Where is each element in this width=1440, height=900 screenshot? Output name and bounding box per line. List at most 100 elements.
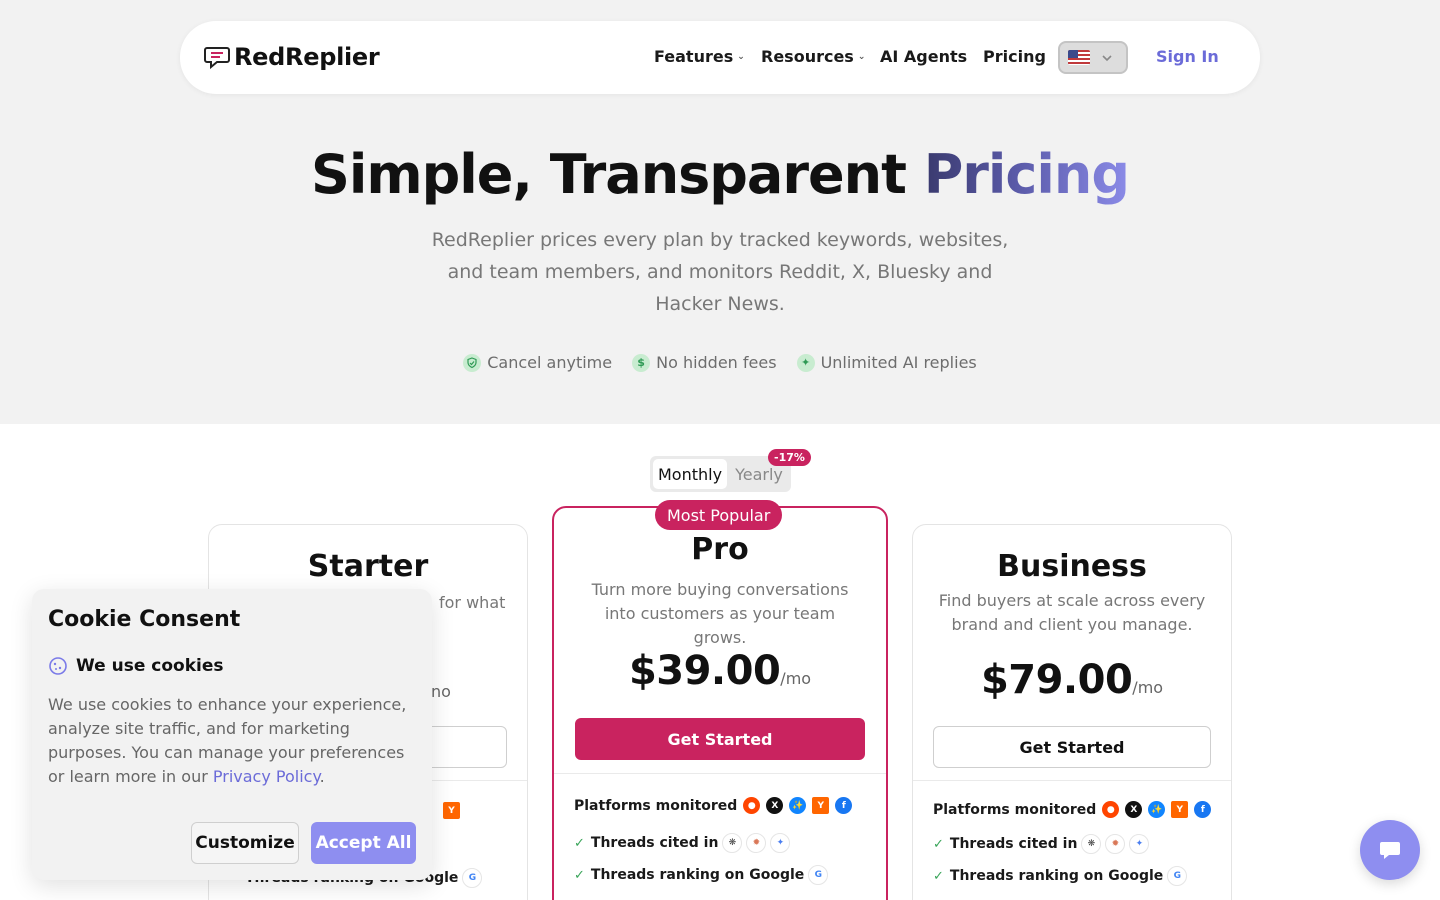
cookie-body-end: .	[319, 767, 325, 786]
facebook-icon: f	[1194, 801, 1212, 818]
divider	[554, 773, 886, 774]
gemini-icon: ✦	[1129, 834, 1150, 854]
price-per-fragment: no	[431, 682, 451, 701]
google-icon: G	[1167, 866, 1188, 886]
plan-card-pro: Most Popular Pro Turn more buying conver…	[552, 500, 888, 900]
bluesky-icon: ✨	[789, 797, 807, 814]
price-amount: $39.00	[628, 648, 781, 694]
bluesky-icon: ✨	[1148, 801, 1166, 818]
cookie-consent-dialog: Cookie Consent We use cookies We use coo…	[32, 589, 432, 880]
hacker-news-icon: Y	[1171, 801, 1189, 818]
nav-ai-agents-label: AI Agents	[880, 47, 968, 66]
feature-threads-ranking: ✓ Threads ranking on Google G	[574, 865, 829, 885]
nav-features[interactable]: Features ⌄	[654, 47, 745, 66]
get-started-button[interactable]: Get Started	[575, 718, 865, 760]
customize-button[interactable]: Customize	[191, 822, 299, 864]
perk-ai-replies: ✦ Unlimited AI replies	[796, 353, 977, 372]
chat-launcher-button[interactable]	[1360, 820, 1420, 880]
chat-bubble-icon	[1380, 842, 1400, 859]
hacker-news-icon: Y	[443, 802, 460, 819]
perk-no-fees: $ No hidden fees	[632, 353, 777, 372]
dollar-icon: $	[632, 353, 651, 372]
price-period: /mo	[780, 669, 812, 688]
plan-price: $39.00/mo	[554, 648, 886, 694]
us-flag-icon	[1068, 50, 1090, 65]
accept-all-button[interactable]: Accept All	[311, 822, 416, 864]
claude-icon: ✹	[1105, 834, 1126, 854]
chevron-down-icon: ⌄	[737, 51, 745, 62]
feature-label: Platforms monitored	[574, 797, 738, 814]
shield-check-icon	[463, 353, 482, 372]
perk-label: Cancel anytime	[487, 353, 613, 372]
top-navbar: RedReplier Features ⌄ Resources ⌄ AI Age…	[180, 21, 1260, 94]
plan-name: Pro	[691, 532, 749, 567]
feature-label: Platforms monitored	[933, 801, 1097, 818]
feature-threads-ranking: ✓ Threads ranking on Google G	[933, 866, 1188, 886]
logo[interactable]: RedReplier	[203, 43, 380, 71]
chatgpt-icon: ❋	[722, 833, 743, 853]
perk-label: No hidden fees	[656, 353, 777, 372]
check-icon: ✓	[933, 868, 944, 884]
nav-pricing[interactable]: Pricing	[983, 47, 1046, 66]
yearly-discount-badge: -17%	[768, 449, 811, 466]
sparkle-icon: ✦	[796, 353, 815, 372]
plan-description: Find buyers at scale across every brand …	[938, 591, 1206, 634]
feature-platforms: Platforms monitored ● X ✨ Y f	[574, 797, 853, 814]
nav-pricing-label: Pricing	[983, 47, 1046, 66]
divider	[913, 780, 1231, 781]
title-plain: Simple, Transparent	[310, 143, 924, 206]
perk-label: Unlimited AI replies	[820, 353, 977, 372]
claude-icon: ✹	[746, 833, 767, 853]
nav-resources-label: Resources	[761, 47, 854, 66]
feature-label: Threads ranking on Google	[590, 867, 805, 883]
check-icon: ✓	[574, 867, 585, 883]
feature-label: Threads ranking on Google	[949, 868, 1164, 884]
page-title: Simple, Transparent Pricing	[0, 143, 1440, 206]
x-icon: X	[766, 797, 784, 814]
perk-cancel: Cancel anytime	[463, 353, 612, 372]
nav-resources[interactable]: Resources ⌄	[761, 47, 865, 66]
reddit-icon: ●	[1102, 801, 1120, 818]
feature-threads-cited: ✓ Threads cited in ❋ ✹ ✦	[574, 833, 791, 853]
cookie-title: Cookie Consent	[48, 607, 241, 632]
plan-description: Turn more buying conversations into cust…	[591, 580, 849, 647]
cookie-subtitle-text: We use cookies	[76, 656, 224, 676]
price-period: /mo	[1132, 678, 1164, 697]
nav-ai-agents[interactable]: AI Agents	[880, 47, 967, 66]
perks-row: Cancel anytime $ No hidden fees ✦ Unlimi…	[0, 353, 1440, 372]
feature-threads-cited: ✓ Threads cited in ❋ ✹ ✦	[933, 834, 1150, 854]
facebook-icon: f	[835, 797, 853, 814]
plan-name: Starter	[307, 549, 429, 584]
plan-description-fragment: for what	[439, 593, 506, 612]
logo-text: RedReplier	[234, 43, 380, 71]
check-icon: ✓	[933, 836, 944, 852]
privacy-policy-link[interactable]: Privacy Policy	[213, 767, 320, 786]
chatgpt-icon: ❋	[1081, 834, 1102, 854]
cookie-text: We use cookies to enhance your experienc…	[48, 693, 422, 789]
toggle-monthly[interactable]: Monthly	[653, 459, 727, 489]
gemini-icon: ✦	[770, 833, 791, 853]
chevron-down-icon	[1102, 54, 1112, 61]
reddit-icon: ●	[743, 797, 761, 814]
hero-subtitle: RedReplier prices every plan by tracked …	[431, 229, 1009, 315]
plan-price: $79.00/mo	[913, 657, 1231, 703]
plan-card-business: Business Find buyers at scale across eve…	[912, 524, 1232, 900]
feature-label: Threads cited in	[949, 836, 1078, 852]
check-icon: ✓	[574, 835, 585, 851]
price-amount: $79.00	[980, 657, 1133, 703]
title-accent: Pricing	[923, 143, 1130, 206]
most-popular-badge: Most Popular	[655, 500, 783, 530]
chevron-down-icon: ⌄	[857, 51, 866, 62]
feature-label: Threads cited in	[590, 835, 719, 851]
google-icon: G	[462, 868, 483, 888]
plan-name: Business	[997, 549, 1147, 584]
hacker-news-icon: Y	[812, 797, 830, 814]
sign-in-link[interactable]: Sign In	[1156, 47, 1219, 66]
speech-bubble-logo-icon	[204, 47, 230, 70]
nav-features-label: Features	[654, 47, 734, 66]
google-icon: G	[808, 865, 829, 885]
x-icon: X	[1125, 801, 1143, 818]
get-started-button[interactable]: Get Started	[933, 726, 1211, 768]
language-selector[interactable]	[1058, 41, 1128, 74]
feature-platforms: Platforms monitored ● X ✨ Y f	[933, 801, 1212, 818]
